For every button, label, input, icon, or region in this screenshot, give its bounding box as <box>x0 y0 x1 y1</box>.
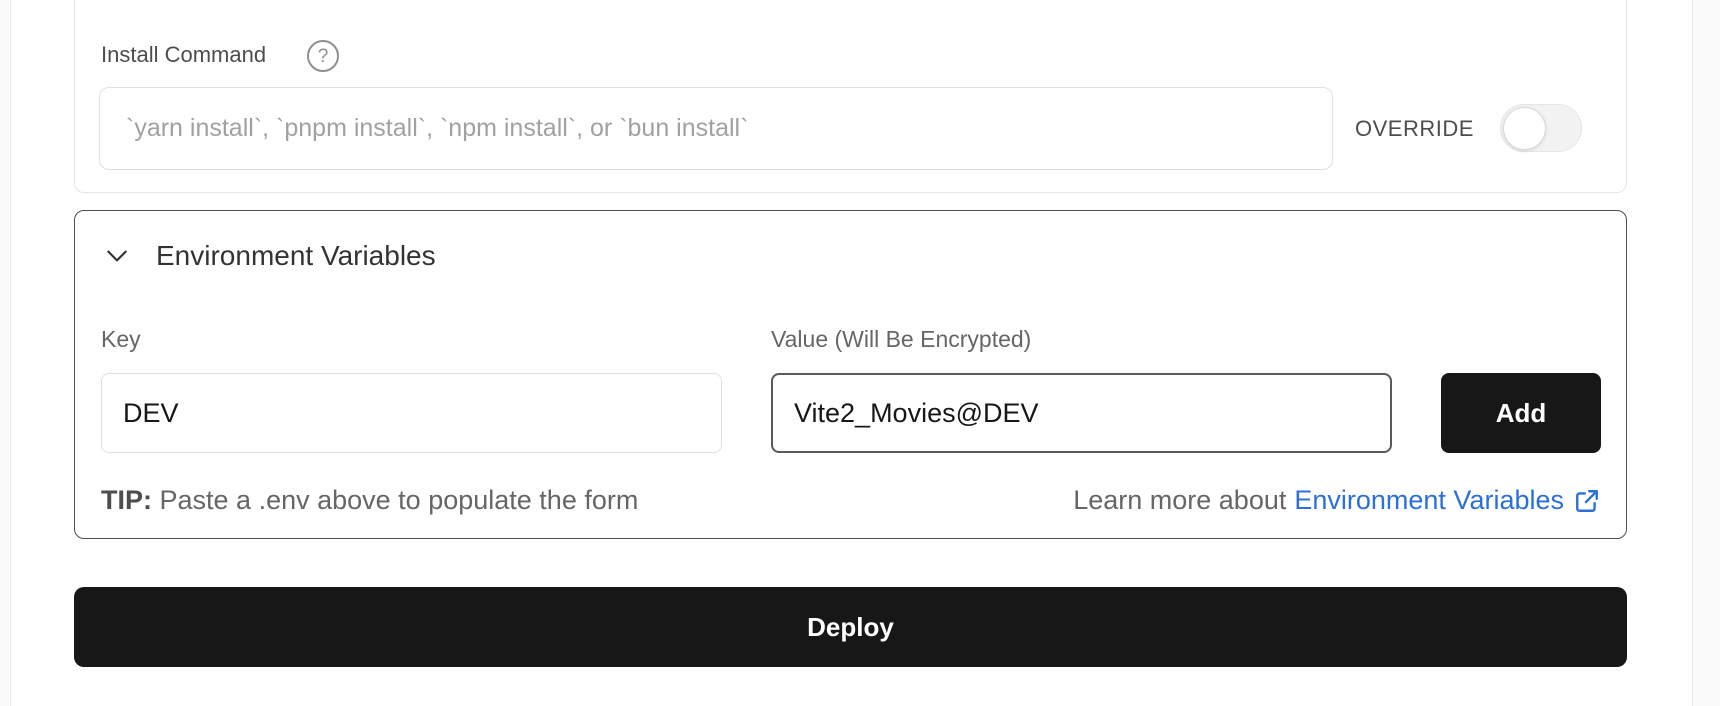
deploy-config-page: Install Command ? OVERRIDE Environment V… <box>0 0 1720 706</box>
deploy-button[interactable]: Deploy <box>74 587 1627 667</box>
environment-variables-docs-link[interactable]: Environment Variables <box>1294 485 1564 516</box>
toggle-knob <box>1503 107 1546 150</box>
env-value-input[interactable] <box>771 373 1392 453</box>
help-icon[interactable]: ? <box>307 40 339 72</box>
key-label: Key <box>101 326 141 352</box>
add-env-var-button[interactable]: Add <box>1441 373 1601 453</box>
override-toggle[interactable] <box>1500 104 1582 152</box>
env-key-input[interactable] <box>101 373 722 453</box>
environment-variables-toggle[interactable]: Environment Variables <box>104 236 436 276</box>
install-command-input[interactable] <box>99 87 1333 170</box>
external-link-icon[interactable] <box>1574 488 1600 514</box>
override-label: OVERRIDE <box>1355 116 1474 141</box>
tip-message: Paste a .env above to populate the form <box>159 485 639 515</box>
left-panel-edge <box>0 0 11 706</box>
tip-prefix: TIP: <box>101 485 152 515</box>
install-command-label: Install Command <box>101 42 267 67</box>
chevron-down-icon <box>107 250 127 262</box>
learn-more: Learn more about Environment Variables <box>1073 485 1600 516</box>
right-scrollbar-track[interactable] <box>1692 0 1720 706</box>
tip-text: TIP: Paste a .env above to populate the … <box>101 485 638 516</box>
learn-more-prefix: Learn more about <box>1073 485 1287 515</box>
environment-variables-title: Environment Variables <box>156 240 436 271</box>
value-label: Value (Will Be Encrypted) <box>771 326 1032 352</box>
